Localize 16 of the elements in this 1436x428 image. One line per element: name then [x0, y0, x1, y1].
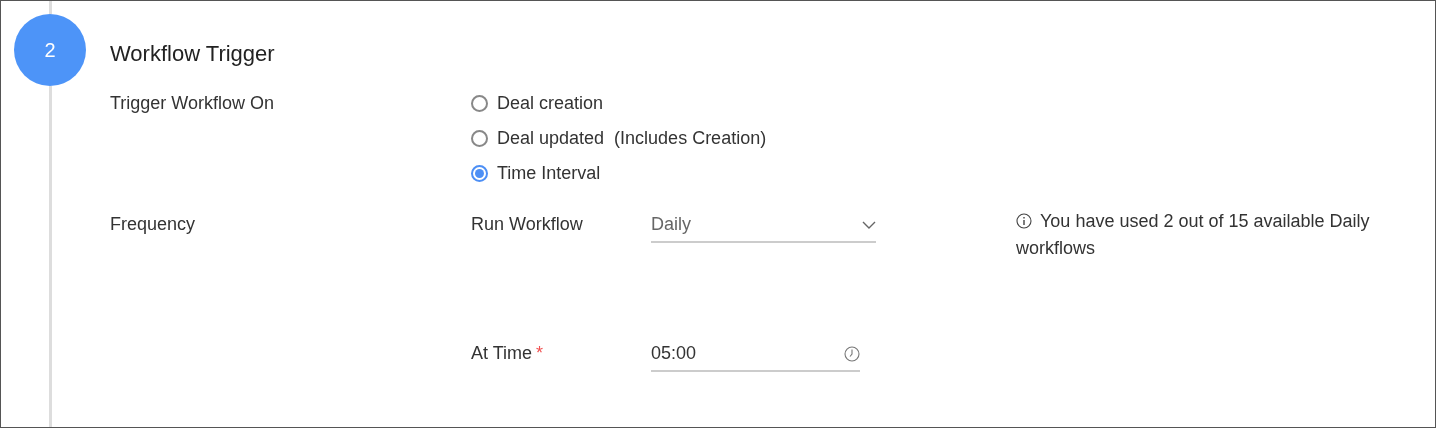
field-label: Frequency	[110, 214, 197, 236]
clock-icon	[844, 345, 860, 362]
radio-option[interactable]: Deal creation	[471, 93, 767, 114]
field-label: At Time	[471, 343, 532, 363]
field-label: Run Workflow	[471, 214, 584, 235]
info-message: You have used 2 out of 15 available Daily workflows	[1016, 210, 1371, 260]
time-field[interactable]: 05:00	[651, 343, 860, 372]
field-label: Trigger Workflow On	[110, 93, 276, 115]
frequency-dropdown[interactable]: Daily	[651, 214, 876, 243]
radio-option[interactable]: Deal updated (Includes Creation)	[471, 128, 767, 149]
radio-option[interactable]: Time Interval	[471, 163, 767, 184]
chevron-down-icon	[862, 220, 876, 229]
section-title: Workflow Trigger	[110, 41, 276, 68]
step-number: 2	[14, 14, 86, 86]
required-mark: *	[536, 343, 544, 363]
info-icon	[1016, 213, 1032, 229]
